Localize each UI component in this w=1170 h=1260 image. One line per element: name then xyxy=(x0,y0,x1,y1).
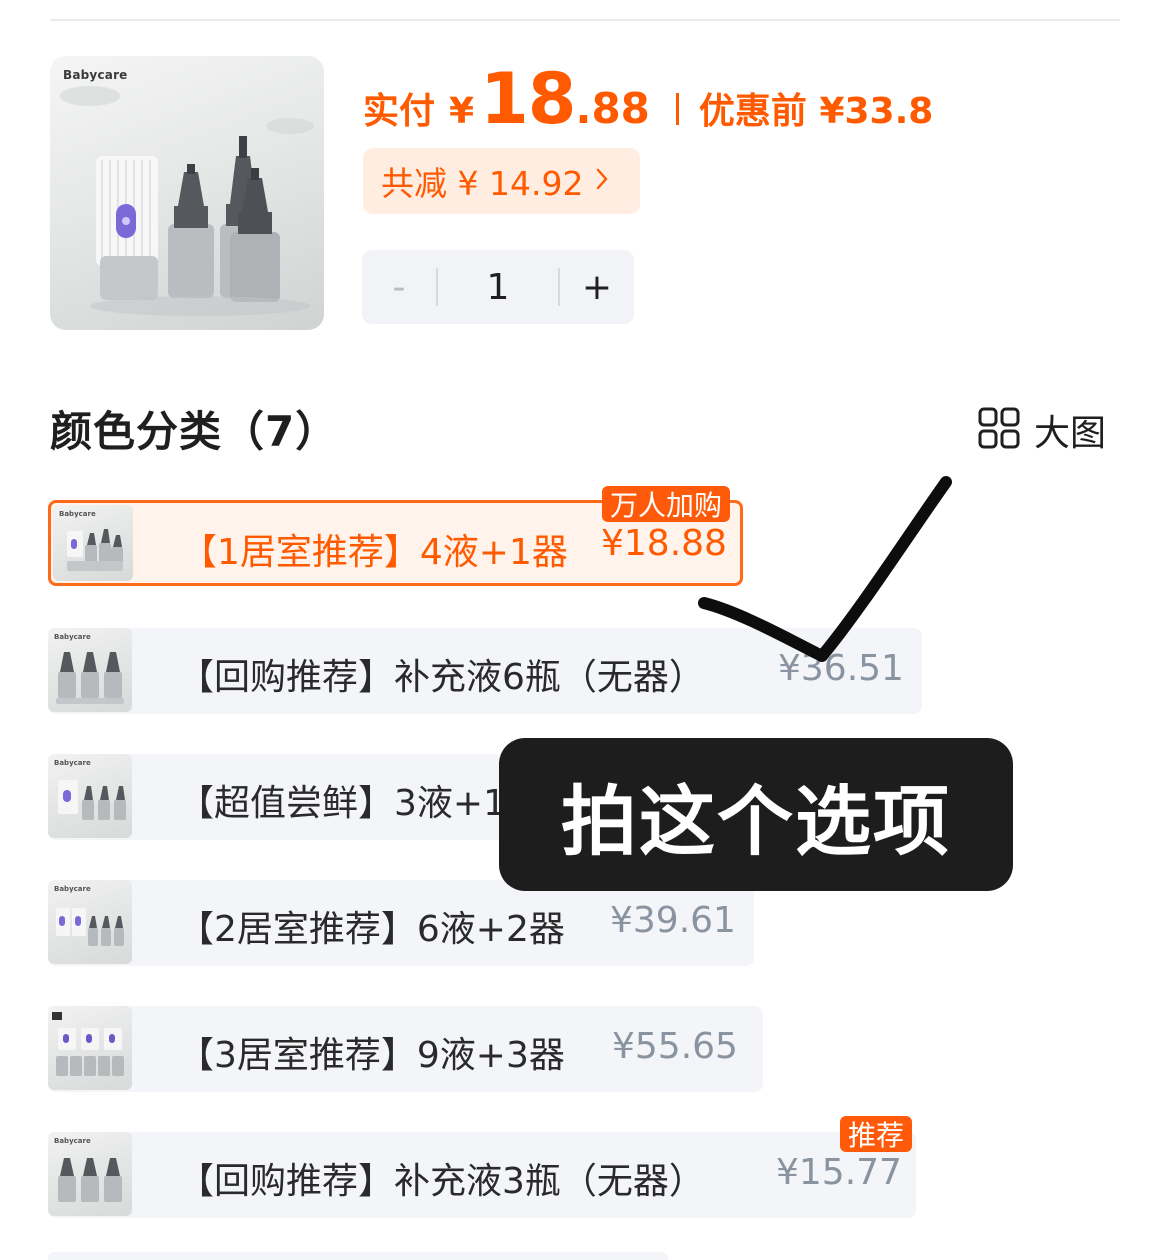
option-price: ¥55.65 xyxy=(612,1026,738,1067)
option-label: 【1居室推荐】4液+1器 xyxy=(181,532,568,573)
option-thumbnail: Babycare xyxy=(48,1132,132,1216)
thumbnail-brand: Babycare xyxy=(59,510,96,518)
price-separator xyxy=(675,93,679,125)
discount-label: 共减 ¥ 14.92 xyxy=(381,164,584,203)
quantity-stepper: - 1 + xyxy=(362,250,634,324)
option-label: 【回购推荐】补充液6瓶（无器） xyxy=(178,657,705,698)
price-integer: 18 xyxy=(480,58,576,140)
decrease-button[interactable]: - xyxy=(362,250,436,324)
option-thumbnail: Babycare xyxy=(53,505,133,581)
thumbnail-brand: Babycare xyxy=(54,633,91,641)
option-label: 【2居室推荐】6液+2器 xyxy=(178,909,565,950)
option-thumbnail: Babycare xyxy=(48,754,132,838)
option-label: 【回购推荐】补充液3瓶（无器） xyxy=(178,1161,705,1202)
option-price: ¥18.88 xyxy=(601,523,727,564)
grid-icon xyxy=(978,407,1020,453)
big-view-button[interactable]: 大图 xyxy=(978,404,1106,456)
price-line: 实付 ¥ 18 .88 优惠前 ¥33.8 xyxy=(363,58,933,148)
pay-label: 实付 xyxy=(363,91,436,132)
currency-symbol: ¥ xyxy=(449,91,475,132)
quantity-value[interactable]: 1 xyxy=(438,267,558,308)
option-label: 【超值尝鲜】3液+1器 xyxy=(178,783,542,824)
option-thumbnail: Babycare xyxy=(48,628,132,712)
option-price: ¥39.61 xyxy=(610,900,736,941)
thumbnail-brand: Babycare xyxy=(54,885,91,893)
original-price: 优惠前 ¥33.8 xyxy=(698,91,934,132)
section-title: 颜色分类（7） xyxy=(50,407,339,456)
option-thumbnail xyxy=(48,1006,132,1090)
recommend-tag: 推荐 xyxy=(840,1116,913,1152)
option-price: ¥15.77 xyxy=(776,1152,902,1193)
option-4[interactable]: Babycare 【2居室推荐】6液+2器 ¥39.61 xyxy=(48,880,754,966)
thumbnail-brand: Babycare xyxy=(54,1137,91,1145)
option-price: ¥36.51 xyxy=(778,648,904,689)
product-bottles-illustration xyxy=(60,86,314,316)
big-view-label: 大图 xyxy=(1034,413,1107,454)
hot-tag: 万人加购 xyxy=(602,486,731,522)
price-decimal: .88 xyxy=(575,84,650,133)
chevron-right-icon xyxy=(595,165,609,198)
product-image[interactable]: Babycare xyxy=(50,56,324,330)
option-7[interactable] xyxy=(48,1252,668,1260)
option-label: 【3居室推荐】9液+3器 xyxy=(178,1035,565,1076)
thumbnail-illustration xyxy=(52,1012,124,1076)
option-6[interactable]: Babycare 【回购推荐】补充液3瓶（无器） ¥15.77 xyxy=(48,1132,916,1218)
option-2[interactable]: Babycare 【回购推荐】补充液6瓶（无器） ¥36.51 xyxy=(48,628,922,714)
top-divider xyxy=(50,19,1120,21)
annotation-label: 拍这个选项 xyxy=(499,738,1013,891)
annotation-text: 拍这个选项 xyxy=(561,776,951,866)
discount-chip[interactable]: 共减 ¥ 14.92 xyxy=(363,148,640,214)
option-thumbnail: Babycare xyxy=(48,880,132,964)
option-5[interactable]: 【3居室推荐】9液+3器 ¥55.65 xyxy=(48,1006,763,1092)
thumbnail-brand: Babycare xyxy=(54,759,91,767)
increase-button[interactable]: + xyxy=(560,250,634,324)
